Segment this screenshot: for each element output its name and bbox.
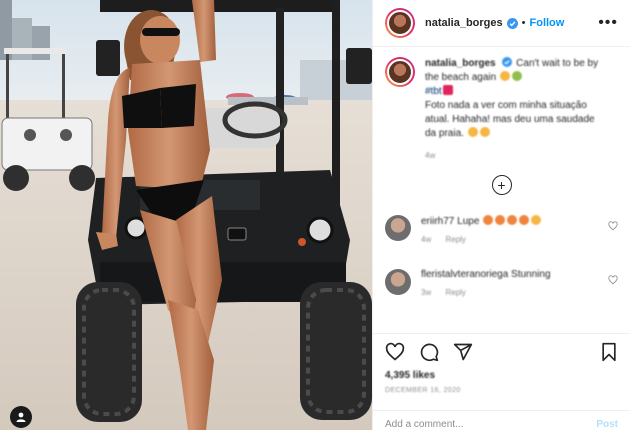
beach-golf-cart-photo: [0, 0, 372, 430]
comment-meta: 3w Reply: [421, 288, 466, 297]
post-photo[interactable]: [0, 0, 372, 430]
like-heart-icon[interactable]: [385, 342, 405, 362]
comment-bubble-icon[interactable]: [419, 342, 439, 362]
reply-button[interactable]: Reply: [445, 235, 465, 244]
caption-line-4: atual. Hahaha! mas deu uma saudade: [425, 114, 595, 125]
person-icon: [16, 412, 26, 422]
load-more-comments-icon[interactable]: +: [491, 175, 512, 195]
instagram-post: natalia_borges • Follow ••• natalia_borg…: [0, 0, 630, 430]
caption-avatar[interactable]: [385, 57, 415, 87]
add-comment-bar: Post: [373, 410, 630, 430]
heart-emoji-icon: [442, 85, 453, 95]
fire-emoji-icon: [483, 215, 494, 225]
post-header: natalia_borges • Follow •••: [373, 0, 630, 47]
fire-emoji-icon: [495, 215, 506, 225]
author-avatar[interactable]: [385, 8, 415, 38]
comment-row: fleristalvteranoriega Stunning 3w Reply: [385, 269, 618, 297]
caption-username[interactable]: natalia_borges: [425, 58, 496, 69]
post-actions: 4,395 likes DECEMBER 16, 2020: [373, 333, 630, 394]
comment-meta: 4w Reply: [421, 235, 466, 244]
add-comment-input[interactable]: [385, 413, 597, 430]
verified-badge-icon: [506, 17, 518, 29]
post-date: DECEMBER 16, 2020: [385, 387, 461, 394]
save-bookmark-icon[interactable]: [600, 342, 618, 362]
caption-line-5: da praia.: [425, 128, 464, 139]
comment-text: fleristalvteranoriega Stunning: [421, 269, 551, 280]
laugh-emoji-icon: [467, 127, 478, 137]
comment-text: eriirh77 Lupe: [421, 215, 618, 227]
caption: natalia_borges Can't wait to be by the b…: [385, 57, 618, 160]
more-options-icon[interactable]: •••: [598, 14, 618, 32]
commenter-avatar[interactable]: [385, 215, 411, 241]
share-paper-plane-icon[interactable]: [453, 342, 473, 362]
smile-emoji-icon: [479, 127, 490, 137]
like-comment-heart-icon[interactable]: [608, 275, 618, 285]
caption-line-3: Foto nada a ver com minha situação: [425, 100, 587, 111]
comment-username[interactable]: fleristalvteranoriega: [421, 269, 508, 280]
verified-badge-icon: [502, 57, 513, 68]
comment-username[interactable]: eriirh77: [421, 216, 454, 227]
post-side-panel: natalia_borges • Follow ••• natalia_borg…: [372, 0, 630, 430]
fire-emoji-icon: [531, 215, 542, 225]
tagged-user-icon[interactable]: [10, 406, 32, 428]
likes-count[interactable]: 4,395 likes: [385, 370, 618, 381]
caption-text: natalia_borges Can't wait to be by the b…: [425, 57, 598, 141]
author-username[interactable]: natalia_borges: [425, 17, 503, 29]
sun-emoji-icon: [499, 71, 510, 81]
separator-dot: •: [521, 17, 526, 29]
hashtag-link[interactable]: #tbt: [425, 86, 442, 97]
fire-emoji-icon: [519, 215, 530, 225]
palm-emoji-icon: [511, 71, 522, 81]
post-comment-button[interactable]: Post: [596, 413, 618, 430]
like-comment-heart-icon[interactable]: [608, 221, 618, 231]
caption-line-2: the beach again: [425, 72, 497, 83]
fire-emoji-icon: [507, 215, 518, 225]
comments-section: natalia_borges Can't wait to be by the b…: [373, 47, 630, 339]
follow-button[interactable]: Follow: [530, 17, 565, 29]
commenter-avatar[interactable]: [385, 269, 411, 295]
reply-button[interactable]: Reply: [445, 288, 465, 297]
caption-timestamp: 4w: [425, 151, 436, 160]
comment-row: eriirh77 Lupe 4w Reply: [385, 215, 618, 244]
caption-line-1: Can't wait to be by: [516, 58, 599, 69]
action-bar: [385, 334, 618, 370]
